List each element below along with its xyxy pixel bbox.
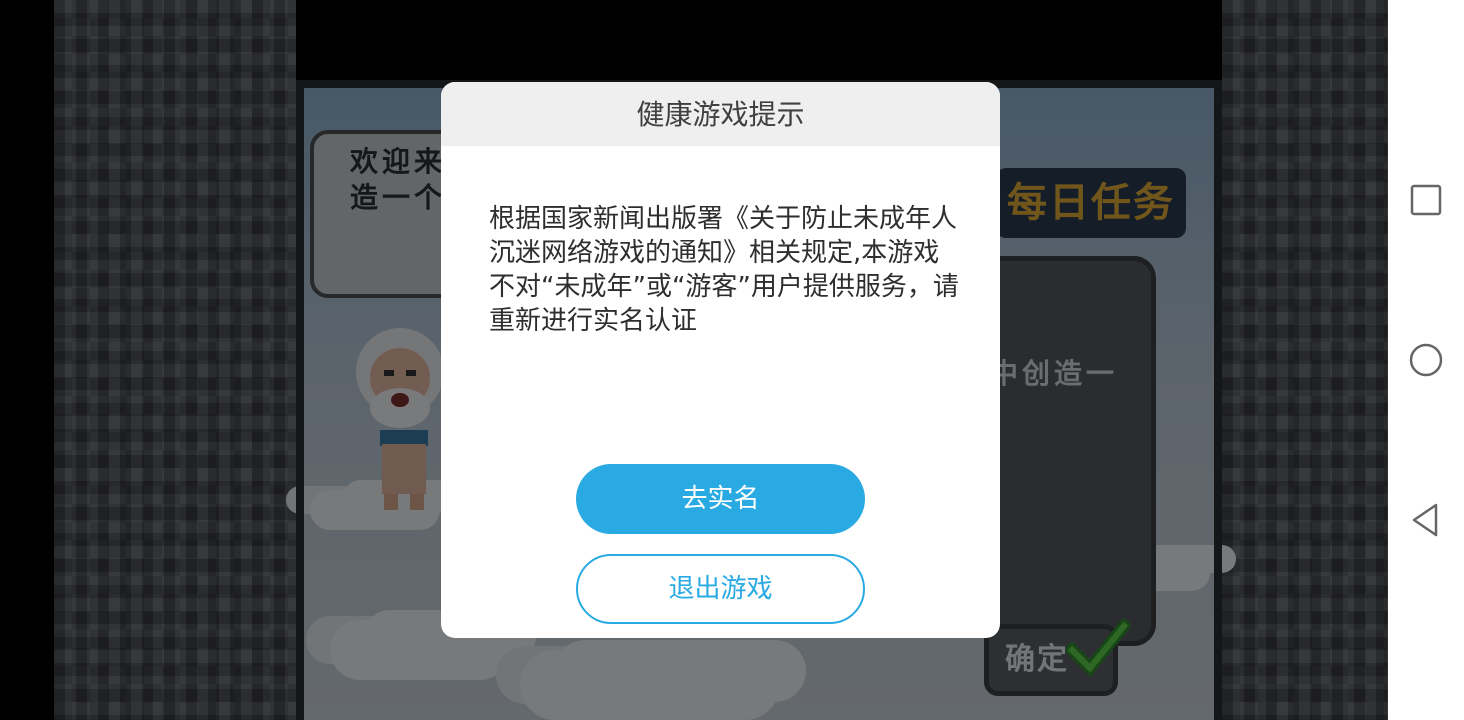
recent-apps-icon[interactable] <box>1406 180 1446 220</box>
dialog-title: 健康游戏提示 <box>636 98 805 131</box>
home-icon[interactable] <box>1406 340 1446 380</box>
verify-real-name-button[interactable]: 去实名 <box>576 464 865 534</box>
back-icon[interactable] <box>1406 500 1446 540</box>
dialog-header: 健康游戏提示 <box>441 82 1000 146</box>
screen: 欢迎来 造一个 每日任务 中创造一 确定 健康游戏提示 <box>0 0 1464 720</box>
navigation-bar <box>1388 0 1464 720</box>
exit-game-button[interactable]: 退出游戏 <box>576 554 865 624</box>
health-game-dialog: 健康游戏提示 根据国家新闻出版署《关于防止未成年人沉迷网络游戏的通知》相关规定,… <box>441 82 1000 638</box>
dialog-message: 根据国家新闻出版署《关于防止未成年人沉迷网络游戏的通知》相关规定,本游戏不对“未… <box>489 204 959 336</box>
